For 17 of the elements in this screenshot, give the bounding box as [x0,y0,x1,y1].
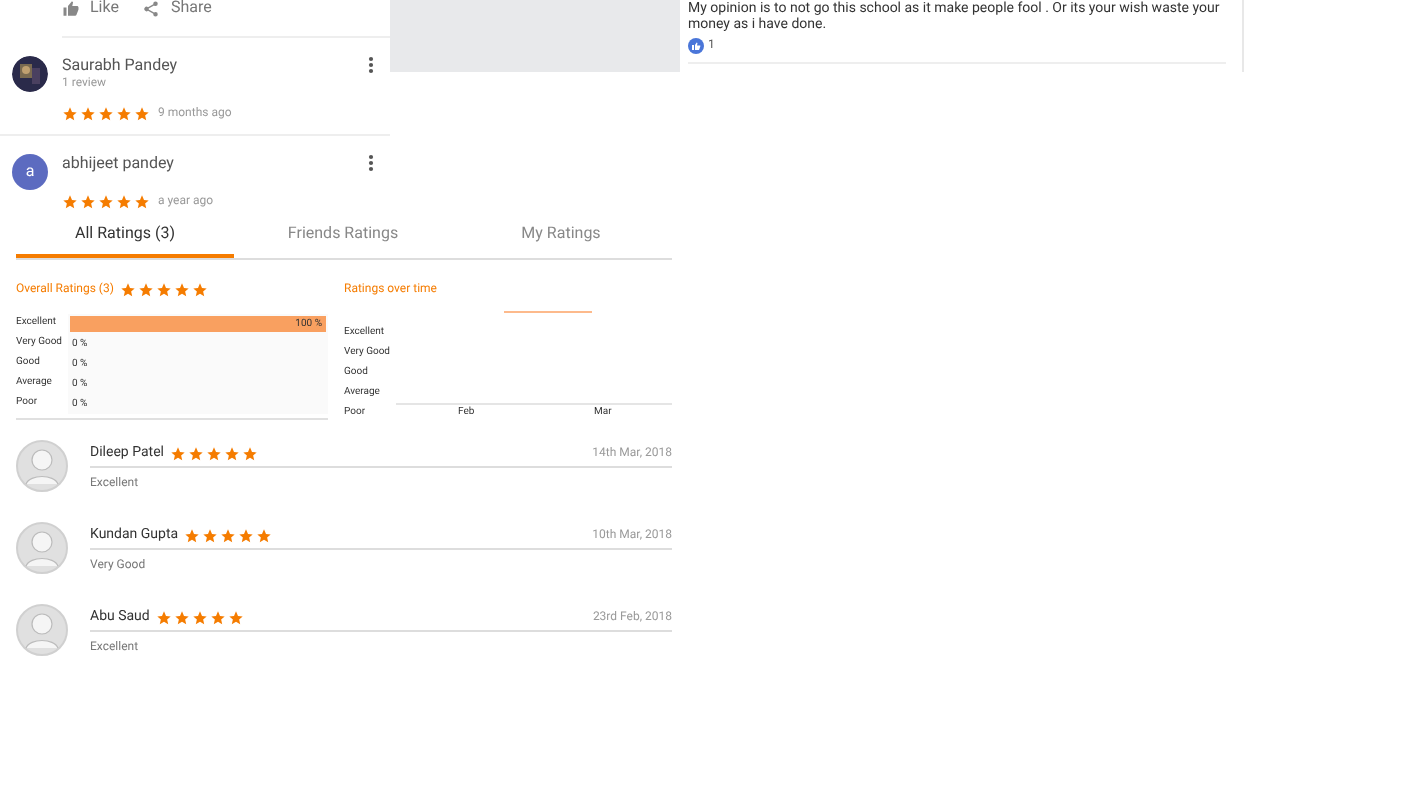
avatar: a [12,154,48,190]
ratings-tab[interactable]: All Ratings (3) [16,212,234,258]
share-button[interactable]: Share [142,0,212,17]
ratings-tab[interactable]: My Ratings [452,212,670,258]
like-button[interactable]: Like [62,0,119,17]
avatar-icon [16,522,68,574]
avatar-icon [16,440,68,492]
thumbs-up-icon [688,37,704,53]
ratings-tab[interactable]: Friends Ratings [234,212,452,258]
more-options-icon[interactable] [368,154,374,172]
rating-line [503,311,593,313]
reviewer-name[interactable]: abhijeet pandey [62,154,390,174]
thumbs-up-icon [62,0,80,17]
more-options-icon[interactable] [368,56,374,74]
avatar-icon [16,604,68,656]
reviewer-name[interactable]: Saurabh Pandey [62,56,390,76]
share-icon [142,0,161,17]
